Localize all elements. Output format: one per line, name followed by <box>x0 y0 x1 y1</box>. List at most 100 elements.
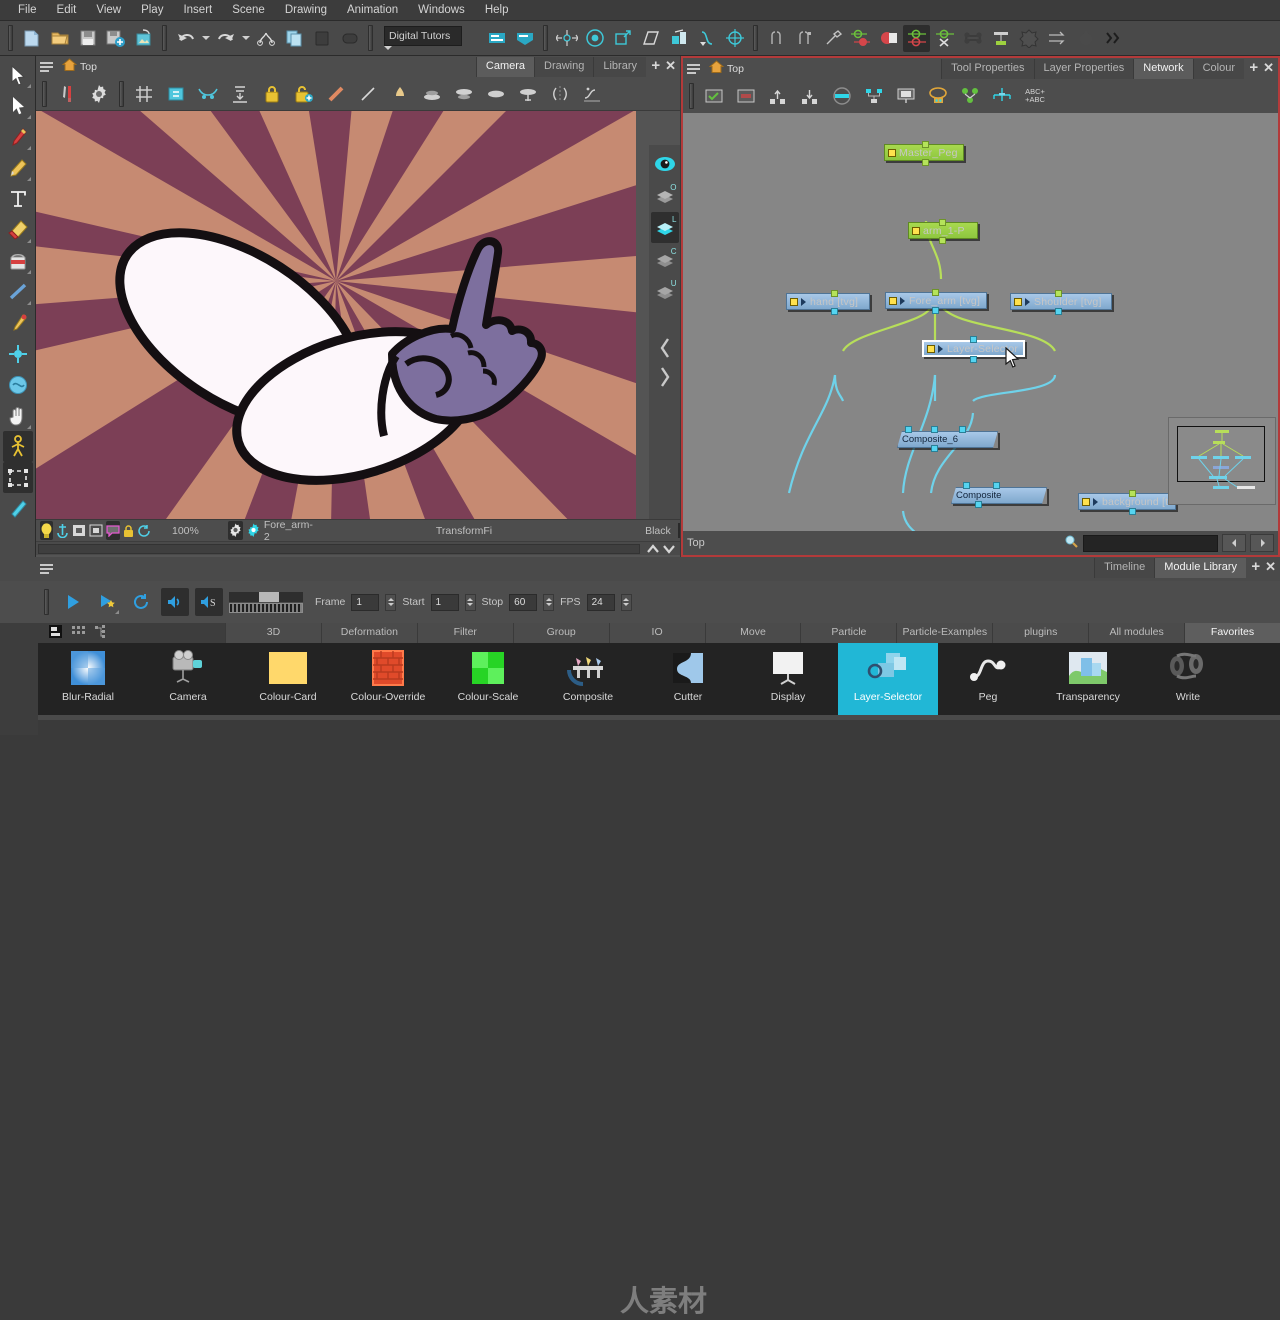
flip-horizontal-icon[interactable] <box>544 79 576 109</box>
frame-field[interactable]: 1 <box>351 593 380 611</box>
node-background[interactable]: background [tv <box>1078 490 1176 515</box>
composite-input-2[interactable] <box>931 426 938 433</box>
network-panel-menu-icon[interactable] <box>687 61 705 77</box>
tab-drawing[interactable]: Drawing <box>534 57 594 77</box>
camera-scroll-track[interactable] <box>38 544 640 554</box>
node-input-port[interactable] <box>970 336 977 343</box>
node-expand-icon[interactable] <box>1025 297 1030 306</box>
play-preview-button[interactable] <box>93 588 121 616</box>
search-next-button[interactable] <box>1250 534 1274 552</box>
thin-strokes-icon[interactable] <box>352 79 384 109</box>
lasso-select-icon[interactable] <box>922 81 954 111</box>
menu-item-edit[interactable]: Edit <box>47 2 87 18</box>
hammer-icon[interactable] <box>819 25 846 52</box>
onion-skin-icon[interactable] <box>192 79 224 109</box>
close-view-icon[interactable]: ✕ <box>665 59 676 72</box>
modtab-deformation[interactable]: Deformation <box>320 623 417 643</box>
lock-icon[interactable] <box>256 79 288 109</box>
group-up-icon[interactable] <box>762 81 794 111</box>
modtab-favorites[interactable]: Favorites <box>1184 623 1280 643</box>
tool-pencil-icon[interactable] <box>3 152 33 183</box>
modtab-plugins[interactable]: plugins <box>992 623 1089 643</box>
rig-tool-2-icon[interactable] <box>791 25 818 52</box>
menu-item-drawing[interactable]: Drawing <box>275 2 337 18</box>
camera-toolbar-grip[interactable] <box>42 80 47 107</box>
tab-colour[interactable]: Colour <box>1192 59 1244 79</box>
node-output-port[interactable] <box>1055 308 1062 315</box>
node-input-port[interactable] <box>1129 490 1136 497</box>
save-workspace-icon[interactable] <box>511 25 538 52</box>
modtab-filter[interactable]: Filter <box>416 623 513 643</box>
restore-workspace-icon[interactable] <box>483 25 510 52</box>
composite-input-1[interactable] <box>905 426 912 433</box>
module-transparency[interactable]: Transparency <box>1038 643 1138 715</box>
module-write[interactable]: Write <box>1138 643 1238 715</box>
tool-contour-editor-icon[interactable] <box>3 90 33 121</box>
camera-stage[interactable]: O L C U <box>36 111 680 519</box>
network-canvas[interactable]: Master_Peg arm_1-P hand [tvg] Fore_arm [… <box>683 113 1278 533</box>
network-tree-icon[interactable] <box>986 81 1018 111</box>
tool-line-icon[interactable] <box>3 276 33 307</box>
tab-module-library[interactable]: Module Library <box>1154 558 1246 578</box>
tab-timeline[interactable]: Timeline <box>1094 558 1155 578</box>
menu-item-windows[interactable]: Windows <box>408 2 475 18</box>
eye-icon[interactable] <box>651 148 679 179</box>
menu-item-help[interactable]: Help <box>475 2 519 18</box>
stack-bottom-icon[interactable] <box>416 79 448 109</box>
close-bottom-view-icon[interactable]: ✕ <box>1265 560 1276 573</box>
node-input-port[interactable] <box>922 141 929 148</box>
keyframe-tool-icon[interactable] <box>903 24 930 52</box>
menu-item-file[interactable]: File <box>8 2 47 18</box>
module-colour-card[interactable]: Colour-Card <box>238 643 338 715</box>
module-cutter[interactable]: Cutter <box>638 643 738 715</box>
composite-input-3[interactable] <box>959 426 966 433</box>
tool-select-icon[interactable] <box>3 59 33 90</box>
composite-output[interactable] <box>975 501 982 508</box>
menu-item-play[interactable]: Play <box>131 2 173 18</box>
tree-view-icon[interactable] <box>94 624 109 642</box>
playback-grip[interactable] <box>44 589 49 615</box>
tab-library[interactable]: Library <box>593 57 646 77</box>
morph-icon[interactable] <box>875 25 902 52</box>
module-composite[interactable]: Composite <box>538 643 638 715</box>
camera-settings-gear-icon[interactable] <box>83 79 115 109</box>
bottom-panel-menu-icon[interactable] <box>40 561 58 577</box>
node-master-peg[interactable]: Master_Peg <box>884 141 964 166</box>
collapse-right-icon[interactable] <box>657 365 673 392</box>
layer-c-icon[interactable]: C <box>651 244 679 275</box>
module-display[interactable]: Display <box>738 643 838 715</box>
node-input-port[interactable] <box>831 290 838 297</box>
toolbar-grip-2[interactable] <box>162 25 167 51</box>
thick-strokes-icon[interactable] <box>320 79 352 109</box>
cut-icon[interactable] <box>252 25 279 52</box>
module-colour-override[interactable]: Colour-Override <box>338 643 438 715</box>
gear-white-icon[interactable] <box>227 521 243 540</box>
spline-offset-icon[interactable] <box>693 25 720 52</box>
node-output-port[interactable] <box>922 159 929 166</box>
toolbar-grip[interactable] <box>8 25 13 51</box>
transform-tool-icon[interactable] <box>553 25 580 52</box>
flatten-icon[interactable] <box>224 79 256 109</box>
stack-center-icon[interactable] <box>512 79 544 109</box>
camera-frame-icon[interactable] <box>89 521 103 540</box>
modtab-3d[interactable]: 3D <box>225 623 321 643</box>
node-output-port[interactable] <box>970 356 977 363</box>
rename-modules-icon[interactable]: ABC+ +ABC <box>1018 81 1052 111</box>
menu-item-insert[interactable]: Insert <box>173 2 222 18</box>
add-view-icon[interactable]: + <box>651 58 660 73</box>
stack-flat-icon[interactable] <box>480 79 512 109</box>
node-fore-arm[interactable]: Fore_arm [tvg] <box>885 289 987 314</box>
stop-field[interactable]: 60 <box>509 593 538 611</box>
menu-item-view[interactable]: View <box>86 2 131 18</box>
rig-tool-1-icon[interactable] <box>763 25 790 52</box>
home-icon[interactable] <box>61 58 78 75</box>
network-cable-icon[interactable] <box>954 81 986 111</box>
tab-layer-properties[interactable]: Layer Properties <box>1033 59 1134 79</box>
open-scene-icon[interactable] <box>46 25 73 52</box>
lock-small-icon[interactable] <box>123 521 134 540</box>
create-keyframe-icon[interactable] <box>847 25 874 52</box>
undo-dropdown-icon[interactable] <box>200 25 211 52</box>
module-camera[interactable]: Camera <box>138 643 238 715</box>
tool-hand-icon[interactable] <box>3 400 33 431</box>
grid-icon[interactable] <box>128 79 160 109</box>
